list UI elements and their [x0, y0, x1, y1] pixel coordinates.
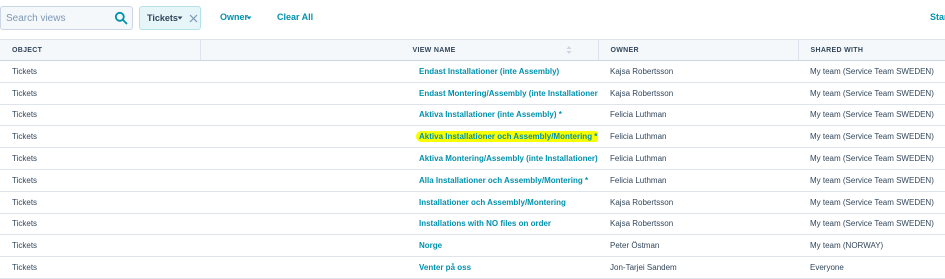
table-row[interactable]: Tickets Alla Installationer och Assembly/… — [0, 169, 945, 192]
view-name-link[interactable]: Aktiva Montering/Assembly (inte Installa… — [419, 154, 598, 163]
view-name-cell: Aktiva Installationer och Assembly/Monte… — [200, 125, 598, 149]
owner-cell: Felicia Luthman — [598, 169, 798, 192]
object-cell: Tickets — [0, 191, 200, 214]
view-name-cell: Alla Installationer och Assembly/Monteri… — [200, 169, 598, 192]
tickets-filter-label: Tickets — [147, 13, 178, 23]
owner-filter-button[interactable]: Owner — [220, 12, 248, 22]
object-cell: Tickets — [0, 213, 200, 236]
table-row[interactable]: Tickets Endast Installationer (inte Assem… — [0, 60, 945, 83]
toolbar: Tickets Owner Clear All Star — [0, 0, 945, 38]
object-cell: Tickets — [0, 60, 200, 83]
search-icon[interactable] — [114, 11, 128, 25]
tickets-filter-chip[interactable]: Tickets — [139, 6, 201, 30]
shared-with-cell: My team (Service Team SWEDEN) — [798, 60, 945, 83]
table-row[interactable]: Tickets Norge Peter Östman My team (NORWAY) — [0, 234, 945, 258]
table-row[interactable]: Tickets Installationer och Assembly/Monte… — [0, 191, 945, 214]
views-table: OBJECT VIEW NAME OWNER SHARED WITH Ticke… — [0, 39, 945, 279]
chevron-down-icon[interactable] — [246, 15, 252, 21]
owner-cell: Felicia Luthman — [598, 147, 798, 170]
column-header-view-name-label: VIEW NAME — [412, 46, 456, 54]
view-name-cell: Aktiva Installationer (inte Assembly) * — [200, 104, 598, 127]
shared-with-cell: My team (Service Team SWEDEN) — [798, 213, 945, 236]
close-icon[interactable] — [189, 14, 198, 23]
owner-cell: Jon-Tarjei Sandem — [598, 256, 798, 279]
owner-cell: Kajsa Robertsson — [598, 191, 798, 214]
table-row[interactable]: Tickets Endast Montering/Assembly (inte I… — [0, 82, 945, 105]
table-row[interactable]: Tickets Aktiva Montering/Assembly (inte I… — [0, 147, 945, 170]
object-cell: Tickets — [0, 256, 200, 279]
shared-with-cell: My team (Service Team SWEDEN) — [798, 147, 945, 170]
owner-cell: Felicia Luthman — [598, 104, 798, 127]
column-header-view-name[interactable]: VIEW NAME — [200, 39, 599, 61]
table-row[interactable]: Tickets Venter på oss Jon-Tarjei Sandem Eve… — [0, 256, 945, 279]
shared-with-cell: My team (Service Team SWEDEN) — [798, 191, 945, 214]
object-cell: Tickets — [0, 82, 200, 105]
view-name-link[interactable]: Aktiva Installationer och Assembly/Monte… — [416, 131, 598, 143]
shared-with-cell: My team (Service Team SWEDEN) — [798, 169, 945, 192]
view-name-link[interactable]: Venter på oss — [419, 263, 471, 272]
view-name-link[interactable]: Endast Montering/Assembly (inte Installa… — [419, 89, 598, 98]
object-cell: Tickets — [0, 234, 200, 258]
view-name-cell: Venter på oss — [200, 256, 598, 279]
owner-cell: Kajsa Robertsson — [598, 213, 798, 236]
view-name-link[interactable]: Endast Installationer (inte Assembly) — [419, 67, 559, 76]
view-name-link[interactable]: Installationer och Assembly/Montering — [419, 198, 566, 207]
shared-with-cell: Everyone — [798, 256, 945, 279]
chevron-down-icon[interactable] — [177, 15, 183, 21]
column-header-owner[interactable]: OWNER — [598, 39, 799, 61]
table-body: Tickets Endast Installationer (inte Assem… — [0, 60, 945, 279]
view-name-cell: Endast Montering/Assembly (inte Installa… — [200, 82, 598, 105]
clear-all-button[interactable]: Clear All — [277, 12, 313, 22]
object-cell: Tickets — [0, 125, 200, 149]
view-name-cell: Installationer och Assembly/Montering — [200, 191, 598, 214]
shared-with-cell: My team (NORWAY) — [798, 234, 945, 258]
column-header-object[interactable]: OBJECT — [0, 39, 201, 61]
shared-with-cell: My team (Service Team SWEDEN) — [798, 82, 945, 105]
view-name-cell: Endast Installationer (inte Assembly) — [200, 60, 598, 83]
column-header-shared-with[interactable]: SHARED WITH — [798, 39, 945, 61]
object-cell: Tickets — [0, 104, 200, 127]
table-row[interactable]: Tickets Aktiva Installationer (inte Assem… — [0, 104, 945, 127]
search-box[interactable] — [0, 6, 133, 30]
object-cell: Tickets — [0, 169, 200, 192]
view-name-link[interactable]: Norge — [419, 241, 442, 250]
table-row[interactable]: Tickets Aktiva Installationer och Assembl… — [0, 125, 945, 149]
view-name-cell: Aktiva Montering/Assembly (inte Installa… — [200, 147, 598, 170]
owner-cell: Felicia Luthman — [598, 125, 798, 149]
table-row[interactable]: Tickets Installations with NO files on or… — [0, 213, 945, 236]
shared-with-cell: My team (Service Team SWEDEN) — [798, 125, 945, 149]
object-cell: Tickets — [0, 147, 200, 170]
view-name-cell: Norge — [200, 234, 598, 258]
table-header-row: OBJECT VIEW NAME OWNER SHARED WITH — [0, 39, 945, 61]
search-input[interactable] — [1, 7, 109, 29]
owner-cell: Peter Östman — [598, 234, 798, 258]
starred-link[interactable]: Star — [930, 12, 945, 22]
owner-cell: Kajsa Robertsson — [598, 82, 798, 105]
shared-with-cell: My team (Service Team SWEDEN) — [798, 104, 945, 127]
owner-cell: Kajsa Robertsson — [598, 60, 798, 83]
view-name-link[interactable]: Aktiva Installationer (inte Assembly) * — [419, 110, 562, 119]
view-name-link[interactable]: Alla Installationer och Assembly/Monteri… — [419, 176, 588, 185]
view-name-cell: Installations with NO files on order — [200, 213, 598, 236]
sort-icon[interactable] — [566, 45, 572, 55]
view-name-link[interactable]: Installations with NO files on order — [419, 219, 551, 228]
